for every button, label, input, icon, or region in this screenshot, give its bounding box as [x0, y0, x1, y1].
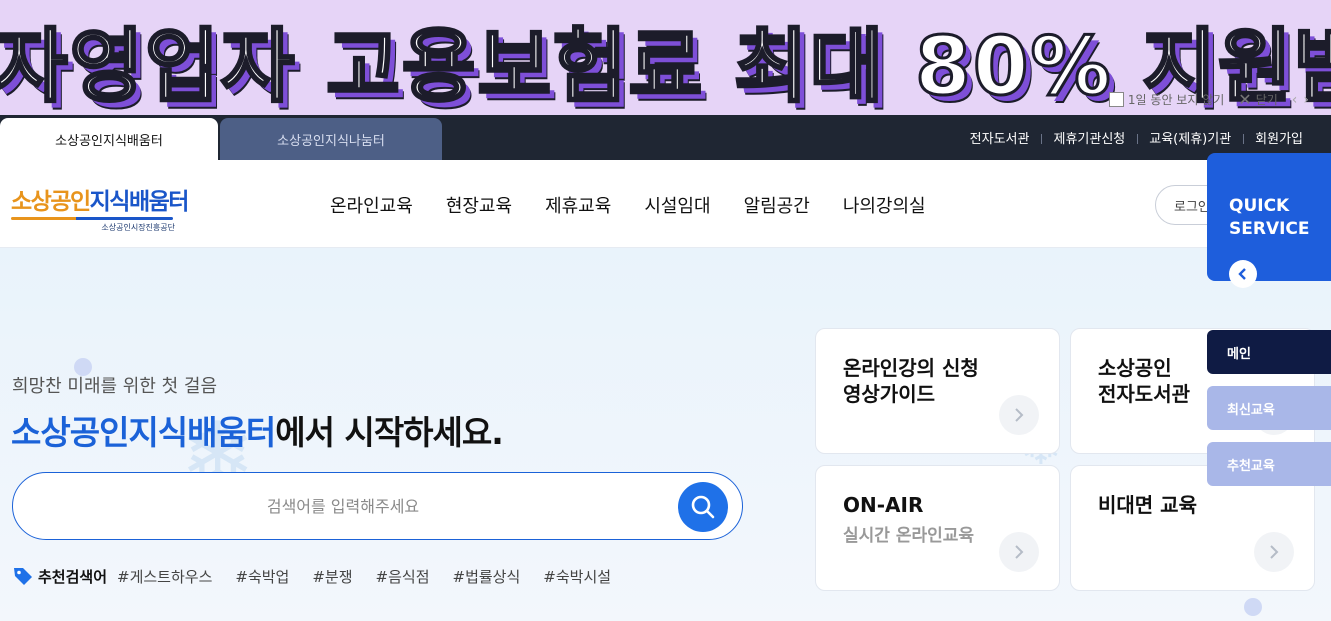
quick-service-item-latest[interactable]: 최신교육	[1207, 386, 1331, 430]
banner-controls: 1일 동안 보지 않기 ✕ 닫기 ‹ ›	[1108, 90, 1309, 109]
chevron-right-icon	[1015, 545, 1024, 559]
nav-partner-edu[interactable]: 제휴교육	[545, 192, 611, 218]
chevron-right-icon[interactable]: ›	[1303, 92, 1309, 108]
card-title: 온라인강의 신청 영상가이드	[843, 356, 979, 406]
banner-no-show-checkbox[interactable]: 1일 동안 보지 않기	[1108, 91, 1225, 108]
checkbox-icon	[1108, 92, 1124, 107]
nav-facility-rental[interactable]: 시설임대	[644, 192, 710, 218]
card-arrow-button[interactable]	[999, 532, 1039, 572]
keyword-link[interactable]: #게스트하우스	[117, 566, 212, 587]
card-on-air[interactable]: ON-AIR 실시간 온라인교육	[815, 465, 1060, 591]
close-icon: ✕	[1238, 90, 1252, 109]
banner-close-label: 닫기	[1255, 93, 1278, 107]
quick-service-title: QUICK SERVICE	[1229, 196, 1310, 239]
card-arrow-button[interactable]	[999, 395, 1039, 435]
hero-section: ❄ ❄ 희망찬 미래를 위한 첫 걸음 소상공인지식배움터에서 시작하세요. 추…	[0, 248, 1331, 621]
hero-subtitle: 희망찬 미래를 위한 첫 걸음	[12, 376, 218, 397]
chevron-right-icon	[1015, 408, 1024, 422]
banner-no-show-label: 1일 동안 보지 않기	[1127, 93, 1225, 107]
nav-field-edu[interactable]: 현장교육	[446, 192, 512, 218]
search-bar	[12, 472, 743, 540]
main-nav: 온라인교육 현장교육 제휴교육 시설임대 알림공간 나의강의실	[330, 192, 959, 218]
utility-link-partner-apply[interactable]: 제휴기관신청	[1041, 128, 1137, 147]
keyword-link[interactable]: #분쟁	[312, 566, 352, 587]
utility-link-edu-partner[interactable]: 교육(제휴)기관	[1137, 128, 1243, 147]
quick-service-panel: QUICK SERVICE	[1207, 153, 1331, 288]
recommended-label: 추천검색어	[38, 567, 108, 586]
utility-link-signup[interactable]: 회원가입	[1243, 128, 1315, 147]
hero-title-rest: 에서 시작하세요.	[275, 413, 504, 452]
decor-dot	[1244, 598, 1262, 616]
banner-pager: ‹ ›	[1292, 92, 1309, 108]
tag-icon	[14, 568, 32, 585]
logo-text-orange: 소상공인	[11, 189, 91, 215]
quick-service-toggle[interactable]	[1229, 260, 1257, 288]
hero-title-accent: 소상공인지식배움터	[11, 413, 276, 452]
quick-service-item-recommended[interactable]: 추천교육	[1207, 442, 1331, 486]
keyword-link[interactable]: #법률상식	[453, 566, 521, 587]
search-icon	[691, 495, 715, 519]
logo-swoosh	[11, 217, 173, 220]
utility-link-ebook-library[interactable]: 전자도서관	[958, 128, 1042, 147]
card-subtitle: 실시간 온라인교육	[843, 526, 975, 546]
recommended-keywords: 추천검색어 #게스트하우스 #숙박업 #분쟁 #음식점 #법률상식 #숙박시설	[12, 565, 634, 587]
card-title: 비대면 교육	[1098, 493, 1197, 517]
logo-wordmark: 소상공인지식배움터	[11, 182, 189, 216]
card-arrow-button[interactable]	[1254, 532, 1294, 572]
nav-notice[interactable]: 알림공간	[744, 192, 810, 218]
card-title: 소상공인 전자도서관	[1098, 356, 1190, 406]
nav-online-edu[interactable]: 온라인교육	[330, 192, 413, 218]
keyword-link[interactable]: #숙박시설	[543, 566, 611, 587]
nav-my-classroom[interactable]: 나의강의실	[843, 192, 926, 218]
tab-jisik-baeumteo[interactable]: 소상공인지식배움터	[0, 118, 218, 160]
hero-title: 소상공인지식배움터에서 시작하세요.	[11, 406, 504, 454]
logo-subtext: 소상공인시장진흥공단	[101, 223, 175, 232]
logo-text-blue: 지식배움터	[89, 189, 190, 215]
site-tab-bar: 소상공인지식배움터 소상공인지식나눔터 전자도서관 제휴기관신청 교육(제휴)기…	[0, 115, 1331, 160]
chevron-right-icon	[1270, 545, 1279, 559]
keyword-link[interactable]: #음식점	[376, 566, 430, 587]
card-title: ON-AIR	[843, 493, 924, 517]
chevron-left-icon[interactable]: ‹	[1292, 92, 1298, 108]
banner-close-button[interactable]: ✕ 닫기	[1238, 90, 1278, 109]
card-online-guide[interactable]: 온라인강의 신청 영상가이드	[815, 328, 1060, 454]
chevron-left-icon	[1238, 268, 1246, 280]
search-input[interactable]	[43, 485, 643, 527]
tab-jisik-nanumteo[interactable]: 소상공인지식나눔터	[220, 118, 442, 160]
site-logo[interactable]: 소상공인지식배움터 소상공인시장진흥공단	[11, 182, 189, 233]
search-button[interactable]	[678, 482, 728, 532]
main-header: 소상공인지식배움터 소상공인시장진흥공단 온라인교육 현장교육 제휴교육 시설임…	[0, 160, 1331, 248]
quick-service-item-main[interactable]: 메인	[1207, 330, 1331, 374]
promo-banner[interactable]: 자영업자 고용보험료 최대 80% 지원받자 1일 동안 보지 않기 ✕ 닫기 …	[0, 0, 1331, 115]
keyword-link[interactable]: #숙박업	[235, 566, 289, 587]
